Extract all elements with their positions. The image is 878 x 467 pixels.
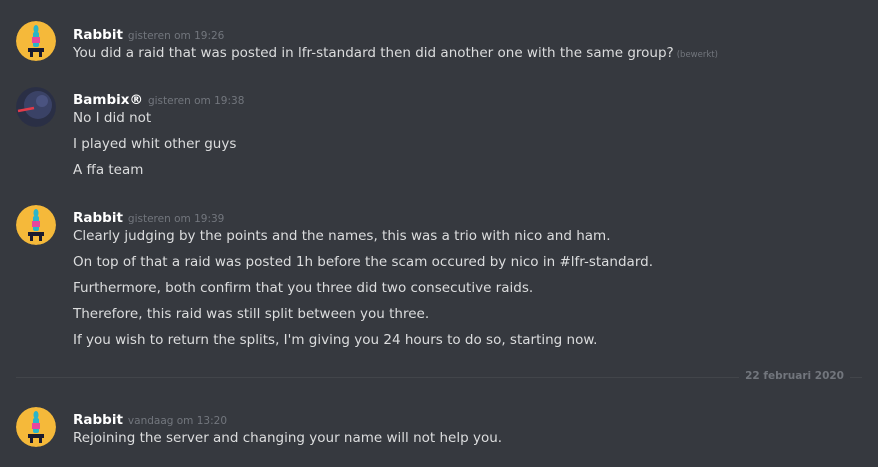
avatar[interactable] <box>16 87 56 127</box>
message-line: No I did not <box>73 110 152 126</box>
username[interactable]: Rabbit <box>73 412 123 428</box>
avatar[interactable] <box>16 205 56 245</box>
bambix-avatar-icon <box>16 87 56 127</box>
date-divider-line <box>16 377 862 378</box>
message-text: You did a raid that was posted in lfr-st… <box>73 45 674 61</box>
message-line: Clearly judging by the points and the na… <box>73 228 611 244</box>
timestamp: vandaag om 13:20 <box>127 415 228 427</box>
message-header: Rabbit gisteren om 19:39 <box>73 207 224 226</box>
timestamp: gisteren om 19:26 <box>127 30 225 42</box>
message-header: Bambix® gisteren om 19:38 <box>73 89 244 108</box>
message-line: Furthermore, both confirm that you three… <box>73 280 534 296</box>
timestamp: gisteren om 19:38 <box>147 95 245 107</box>
username[interactable]: Rabbit <box>73 210 123 226</box>
message-line: If you wish to return the splits, I'm gi… <box>73 332 598 348</box>
rabbit-avatar-icon <box>16 407 56 447</box>
message-header: Rabbit gisteren om 19:26 <box>73 24 224 43</box>
date-divider-label: 22 februari 2020 <box>739 370 850 382</box>
edited-label: (bewerkt) <box>676 50 718 60</box>
rabbit-avatar-icon <box>16 205 56 245</box>
rabbit-avatar-icon <box>16 21 56 61</box>
username[interactable]: Bambix® <box>73 92 143 108</box>
avatar[interactable] <box>16 21 56 61</box>
username[interactable]: Rabbit <box>73 27 123 43</box>
timestamp: gisteren om 19:39 <box>127 213 225 225</box>
message-line: Rejoining the server and changing your n… <box>73 430 503 446</box>
chat-messages: Rabbit gisteren om 19:26 You did a raid t… <box>0 0 878 467</box>
message-line: Therefore, this raid was still split bet… <box>73 306 430 322</box>
message-line: You did a raid that was posted in lfr-st… <box>73 44 718 64</box>
message-line: A ffa team <box>73 162 144 178</box>
message-line: On top of that a raid was posted 1h befo… <box>73 254 653 270</box>
message-line: I played whit other guys <box>73 136 237 152</box>
message-header: Rabbit vandaag om 13:20 <box>73 409 227 428</box>
avatar[interactable] <box>16 407 56 447</box>
